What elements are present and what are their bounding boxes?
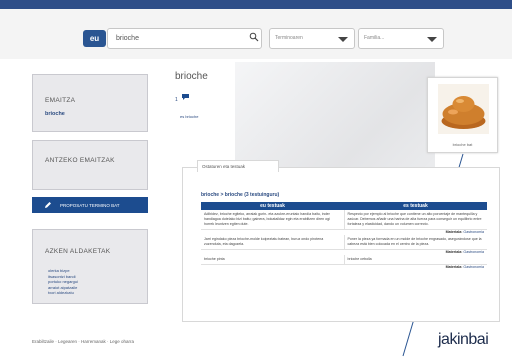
result-word-link[interactable]: brioche	[45, 111, 65, 117]
table-row: Adibidez, brioche egiteko, arraiak gurin…	[201, 210, 487, 230]
top-bar	[0, 0, 512, 9]
recent-changes-box: AZKEN ALDAKETAK olerka bizpe itsasontzi …	[32, 229, 148, 304]
source-link[interactable]: Gastronomia	[463, 265, 484, 269]
table-row: Jarri egindako pieza brioche-molde koipe…	[201, 235, 487, 250]
example-eu: brioche pinta	[201, 255, 345, 264]
propose-term-label: PROPOSATU TERMINO BAT	[60, 203, 120, 208]
term-type-select-value: Terminoaren	[275, 35, 303, 41]
example-eu: Adibidez, brioche egiteko, arraiak gurin…	[201, 210, 345, 229]
family-select-value: Familia...	[364, 35, 385, 41]
brioche-image	[438, 84, 489, 134]
similar-results-box: ANTZEKO EMAITZAK	[32, 140, 148, 190]
example-es: brioche cebolla	[347, 257, 372, 261]
result-box: EMAITZA brioche	[32, 74, 148, 132]
chevron-down-icon	[427, 37, 437, 42]
recent-item[interactable]: portuko negargui	[48, 279, 78, 285]
source-link[interactable]: Gastronomia	[463, 250, 484, 254]
example-eu: Jarri egindako pieza brioche-molde koipe…	[201, 235, 345, 249]
source-link[interactable]: Gastronomia	[463, 230, 484, 234]
search-input[interactable]: brioche	[107, 28, 262, 49]
search-icon[interactable]	[249, 32, 259, 42]
footer-links[interactable]: Erabiltzaile · Legearen · Harremanak · L…	[32, 339, 134, 344]
example-source: Materiala: Gastronomia	[201, 265, 487, 270]
examples-table-header: eu testuak es testuak	[201, 202, 487, 210]
column-header-eu: eu testuak	[260, 203, 285, 209]
comment-icon[interactable]	[182, 94, 189, 100]
sense-number: 1	[175, 97, 178, 103]
result-box-title: EMAITZA	[45, 97, 76, 104]
term-type-select[interactable]: Terminoaren	[269, 28, 355, 49]
recent-item[interactable]: txori aldezkatu	[48, 290, 78, 296]
recent-changes-list: olerka bizpe itsasontzi bandi portuko ne…	[48, 268, 78, 296]
column-header-es: es testuak	[403, 203, 428, 209]
source-label: Materiala:	[445, 230, 463, 234]
chevron-down-icon	[338, 37, 348, 42]
headword-title: brioche	[175, 71, 208, 82]
recent-changes-title: AZKEN ALDAKETAK	[45, 248, 111, 255]
family-select[interactable]: Familia...	[358, 28, 444, 49]
translation-link[interactable]: es brioche	[180, 114, 198, 119]
tab-examples[interactable]: Ostaturen eta testuak	[197, 160, 279, 172]
propose-term-button[interactable]: PROPOSATU TERMINO BAT	[32, 197, 148, 213]
image-caption: brioche bat	[452, 142, 473, 147]
term-image-card[interactable]: brioche bat	[427, 77, 498, 153]
examples-table: eu testuak es testuak Adibidez, brioche …	[201, 202, 487, 270]
example-es: Poner la pieza ya formada en un molde de…	[347, 237, 482, 246]
pencil-icon	[45, 202, 51, 208]
table-row: brioche pinta brioche cebolla	[201, 255, 487, 265]
source-label: Materiala:	[445, 250, 463, 254]
example-es: Respecto por ejemplo al brioche que cont…	[347, 212, 482, 226]
similar-results-title: ANTZEKO EMAITZAK	[45, 157, 115, 164]
brand-logo: jakinbai	[438, 331, 489, 348]
examples-panel: Ostaturen eta testuak brioche > brioche …	[182, 160, 500, 322]
language-badge[interactable]: eu	[83, 30, 106, 47]
source-label: Materiala:	[445, 265, 463, 269]
examples-breadcrumb: brioche > brioche (3 testuinguru)	[201, 192, 280, 198]
